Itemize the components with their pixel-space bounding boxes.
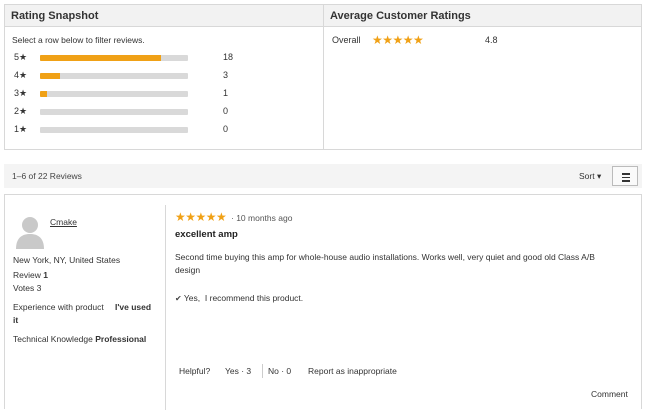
rating-bar [40, 109, 188, 115]
rating-label: 1★ [14, 124, 28, 134]
author-review-count: Review 1 [13, 270, 48, 280]
rating-row-4[interactable]: 4★ 3 [14, 70, 239, 82]
rating-row-3[interactable]: 3★ 1 [14, 88, 239, 100]
average-ratings-title: Average Customer Ratings [324, 5, 641, 27]
rating-label: 2★ [14, 106, 28, 116]
reviews-toolbar: 1–6 of 22 Reviews Sort ▾ [4, 164, 642, 188]
rating-bar-fill [40, 91, 47, 97]
review-stars-icon: ★★★★★ [175, 210, 227, 224]
author-link[interactable]: Cmake [50, 217, 77, 227]
rating-label: 3★ [14, 88, 28, 98]
rating-bar-fill [40, 73, 61, 79]
menu-button[interactable] [612, 166, 638, 186]
rating-count: 0 [223, 124, 229, 134]
author-votes: Votes 3 [13, 283, 42, 293]
helpful-yes-button[interactable]: Yes · 3 [225, 366, 251, 376]
experience-label: Experience with product [13, 302, 104, 312]
overall-stars-icon: ★★★★★ [372, 33, 424, 47]
review-body: Second time buying this amp for whole-ho… [175, 252, 595, 275]
rating-bar [40, 127, 188, 133]
rating-count: 3 [223, 70, 229, 80]
experience-value-part2: it [13, 315, 19, 325]
report-button[interactable]: Report as inappropriate [308, 366, 397, 376]
experience-value-part1: I've used [115, 302, 152, 312]
author-location: New York, NY, United States [13, 255, 121, 265]
comment-button[interactable]: Comment [591, 389, 628, 399]
rating-row-2[interactable]: 2★ 0 [14, 106, 239, 118]
average-ratings-panel: Average Customer Ratings Overall ★★★★★ 4… [323, 4, 642, 150]
rating-label: 5★ [14, 52, 28, 62]
rating-bar [40, 91, 188, 97]
filter-hint: Select a row below to filter reviews. [12, 35, 145, 45]
checkmark-icon: ✔ [175, 294, 182, 303]
review-card: Cmake New York, NY, United States Review… [4, 194, 642, 410]
recommend-row: ✔ Yes, I recommend this product. [175, 293, 304, 303]
rating-bar [40, 73, 188, 79]
review-time: · 10 months ago [231, 213, 293, 223]
sort-label: Sort [579, 171, 595, 181]
overall-value: 4.8 [485, 35, 498, 45]
rating-snapshot-panel: Rating Snapshot Select a row below to fi… [4, 4, 324, 150]
sort-dropdown[interactable]: Sort ▾ [579, 171, 601, 182]
chevron-down-icon: ▾ [596, 171, 602, 181]
rating-count: 0 [223, 106, 229, 116]
rating-count: 18 [223, 52, 234, 62]
rating-row-1[interactable]: 1★ 0 [14, 124, 239, 136]
review-count: 1–6 of 22 Reviews [12, 171, 82, 181]
rating-count: 1 [223, 88, 229, 98]
helpful-no-button[interactable]: No · 0 [268, 366, 291, 376]
helpful-label: Helpful? [179, 366, 211, 376]
vote-divider [262, 364, 263, 378]
rating-row-5[interactable]: 5★ 18 [14, 52, 239, 64]
review-title: excellent amp [175, 229, 238, 240]
rating-label: 4★ [14, 70, 28, 80]
knowledge-row: Technical Knowledge Professional [13, 334, 147, 344]
overall-label: Overall [332, 35, 361, 45]
rating-bar [40, 55, 188, 61]
rating-snapshot-title: Rating Snapshot [5, 5, 323, 27]
avatar-icon [16, 217, 44, 249]
column-divider [165, 205, 166, 410]
rating-bar-fill [40, 55, 162, 61]
